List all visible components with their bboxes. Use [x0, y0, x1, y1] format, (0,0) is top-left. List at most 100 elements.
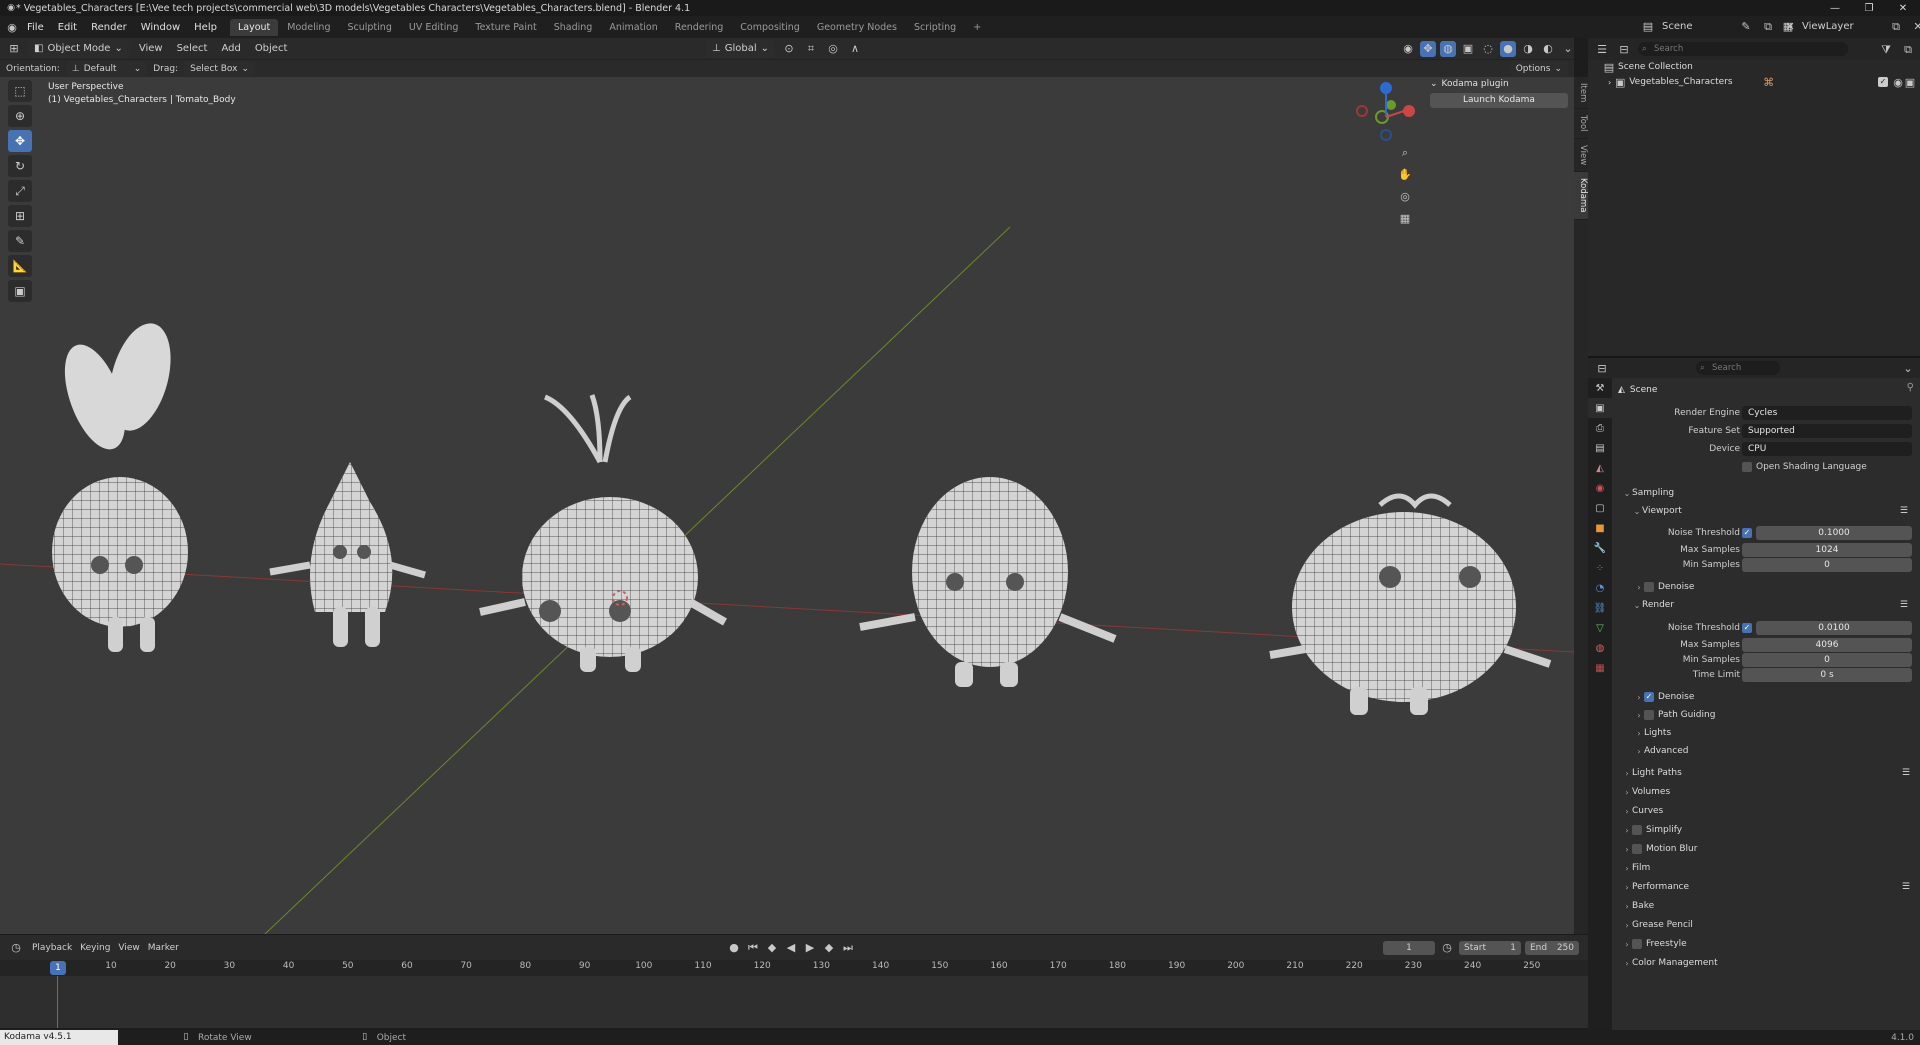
clock-icon[interactable]: ◷: [1439, 940, 1455, 956]
tab-animation[interactable]: Animation: [601, 19, 665, 36]
denoise-section[interactable]: › ✓ Denoise: [1634, 688, 1920, 706]
chevron-right-icon[interactable]: ›: [1608, 78, 1611, 87]
solid-shading-icon[interactable]: ●: [1500, 40, 1516, 57]
r-min-samples-field[interactable]: 0: [1742, 652, 1912, 667]
snap-icon[interactable]: ⌗: [803, 41, 819, 57]
play-icon[interactable]: ▶: [802, 940, 818, 956]
view-layer-tab-icon[interactable]: ▤: [1588, 438, 1612, 458]
transform-tool-icon[interactable]: ⊞: [8, 205, 32, 227]
world-tab-icon[interactable]: ◉: [1588, 478, 1612, 498]
menu-file[interactable]: File: [20, 22, 51, 33]
menu-select[interactable]: Select: [173, 43, 212, 54]
pin-icon[interactable]: ✎: [1738, 18, 1754, 34]
modifier-tab-icon[interactable]: 🔧: [1588, 538, 1612, 558]
menu-add[interactable]: Add: [217, 43, 244, 54]
vp-denoise-section[interactable]: › Denoise: [1634, 578, 1920, 596]
visibility-icon[interactable]: ◉: [1400, 41, 1416, 57]
texture-tab-icon[interactable]: ▦: [1588, 658, 1612, 678]
options-dropdown[interactable]: Options ⌄: [1509, 61, 1568, 76]
menu-marker[interactable]: Marker: [148, 943, 179, 953]
pin-icon[interactable]: ⚲: [1907, 382, 1914, 393]
section-performance[interactable]: › Performance ☰: [1622, 878, 1920, 896]
tab-shading[interactable]: Shading: [546, 19, 601, 36]
zoom-icon[interactable]: ⌕: [1397, 144, 1413, 160]
transform-orientation[interactable]: ⊥ Global ⌄: [706, 39, 776, 58]
device-dropdown[interactable]: CPU: [1742, 441, 1912, 456]
end-field[interactable]: End 250: [1525, 940, 1579, 955]
minimize-icon[interactable]: —: [1818, 3, 1852, 14]
tab-compositing[interactable]: Compositing: [732, 19, 808, 36]
path-guiding-checkbox[interactable]: [1644, 710, 1654, 720]
editor-type-icon[interactable]: ◷: [8, 940, 24, 956]
gizmo-icon[interactable]: ✥: [1420, 40, 1436, 57]
carrot-character[interactable]: [269, 462, 426, 647]
menu-help[interactable]: Help: [187, 22, 224, 33]
current-frame-field[interactable]: 1: [1383, 940, 1435, 955]
render-subsection[interactable]: ⌄ Render ☰: [1632, 596, 1920, 614]
material-shading-icon[interactable]: ◑: [1520, 41, 1536, 57]
editor-type-icon[interactable]: ⊟: [1594, 360, 1610, 376]
section-grease-pencil[interactable]: › Grease Pencil: [1622, 916, 1920, 934]
list-icon[interactable]: ☰: [1902, 882, 1910, 892]
tab-uv-editing[interactable]: UV Editing: [401, 19, 467, 36]
viewport-subsection[interactable]: ⌄ Viewport ☰: [1632, 502, 1920, 520]
jump-end-icon[interactable]: ⏭: [840, 940, 856, 956]
timeline-ruler[interactable]: 1102030405060708090100110120130140150160…: [0, 960, 1588, 976]
close-icon[interactable]: ✕: [1886, 3, 1920, 14]
section-checkbox[interactable]: [1632, 844, 1642, 854]
vp-noise-checkbox[interactable]: ✓: [1742, 527, 1752, 538]
new-scene-icon[interactable]: ⧉: [1760, 18, 1776, 34]
output-tab-icon[interactable]: ⎙: [1588, 418, 1612, 438]
section-film[interactable]: › Film: [1622, 859, 1920, 877]
tab-texture-paint[interactable]: Texture Paint: [467, 19, 544, 36]
section-simplify[interactable]: › Simplify: [1622, 821, 1920, 839]
cursor-tool-icon[interactable]: ⊕: [8, 105, 32, 127]
next-keyframe-icon[interactable]: ◆: [821, 940, 837, 956]
properties-search[interactable]: ⌕ Search: [1696, 361, 1780, 375]
play-reverse-icon[interactable]: ◀: [783, 940, 799, 956]
constraints-tab-icon[interactable]: ⛓: [1588, 598, 1612, 618]
maximize-icon[interactable]: ❐: [1852, 3, 1886, 14]
menu-view[interactable]: View: [135, 43, 167, 54]
menu-render[interactable]: Render: [84, 22, 134, 33]
tomato-character[interactable]: [1269, 493, 1552, 715]
tool-tab-icon[interactable]: ⚒: [1588, 378, 1612, 398]
menu-keying[interactable]: Keying: [80, 943, 110, 953]
outliner-search[interactable]: ⌕ Search: [1638, 42, 1848, 56]
r-max-samples-field[interactable]: 4096: [1742, 637, 1912, 652]
r-noise-checkbox[interactable]: ✓: [1742, 622, 1752, 633]
new-collection-icon[interactable]: ⧉: [1900, 41, 1916, 57]
rendered-shading-icon[interactable]: ◐: [1540, 41, 1556, 57]
navigation-gizmo[interactable]: [1356, 82, 1415, 141]
scene-selector[interactable]: ▤ Scene ✎ ⧉ ✕: [1640, 18, 1798, 34]
sampling-section[interactable]: ⌄ Sampling: [1622, 484, 1920, 502]
add-workspace-button[interactable]: +: [965, 19, 989, 36]
section-curves[interactable]: › Curves: [1622, 802, 1920, 820]
menu-view[interactable]: View: [118, 943, 139, 953]
tab-item[interactable]: Item: [1574, 77, 1588, 110]
select-box-tool-icon[interactable]: ⬚: [8, 80, 32, 102]
section-freestyle[interactable]: › Freestyle: [1622, 935, 1920, 953]
drag-dropdown[interactable]: Select Box ⌄: [184, 61, 256, 76]
section-volumes[interactable]: › Volumes: [1622, 783, 1920, 801]
orientation-dropdown[interactable]: ⊥ Default ⌄: [65, 61, 148, 76]
perspective-toggle-icon[interactable]: ▦: [1397, 210, 1413, 226]
chevron-down-icon[interactable]: ⌄: [1430, 79, 1438, 89]
tab-view[interactable]: View: [1574, 139, 1588, 173]
render-engine-dropdown[interactable]: Cycles: [1742, 405, 1912, 420]
menu-object[interactable]: Object: [251, 43, 292, 54]
menu-window[interactable]: Window: [134, 22, 187, 33]
camera-view-icon[interactable]: ◎: [1397, 188, 1413, 204]
mode-selector[interactable]: ◧ Object Mode ⌄: [28, 39, 129, 58]
blender-menu-icon[interactable]: ◉: [4, 19, 20, 35]
tab-scripting[interactable]: Scripting: [906, 19, 964, 36]
editor-type-icon[interactable]: ☰: [1594, 41, 1610, 57]
shading-options-icon[interactable]: ⌄: [1560, 41, 1576, 57]
data-tab-icon[interactable]: ▽: [1588, 618, 1612, 638]
camera-icon[interactable]: ▣: [1902, 74, 1918, 90]
radish-character[interactable]: [52, 317, 188, 652]
exclude-checkbox[interactable]: ✓: [1878, 77, 1888, 87]
particles-tab-icon[interactable]: ⁘: [1588, 558, 1612, 578]
filter-icon[interactable]: ⧩: [1878, 41, 1894, 57]
prev-keyframe-icon[interactable]: ◆: [764, 940, 780, 956]
